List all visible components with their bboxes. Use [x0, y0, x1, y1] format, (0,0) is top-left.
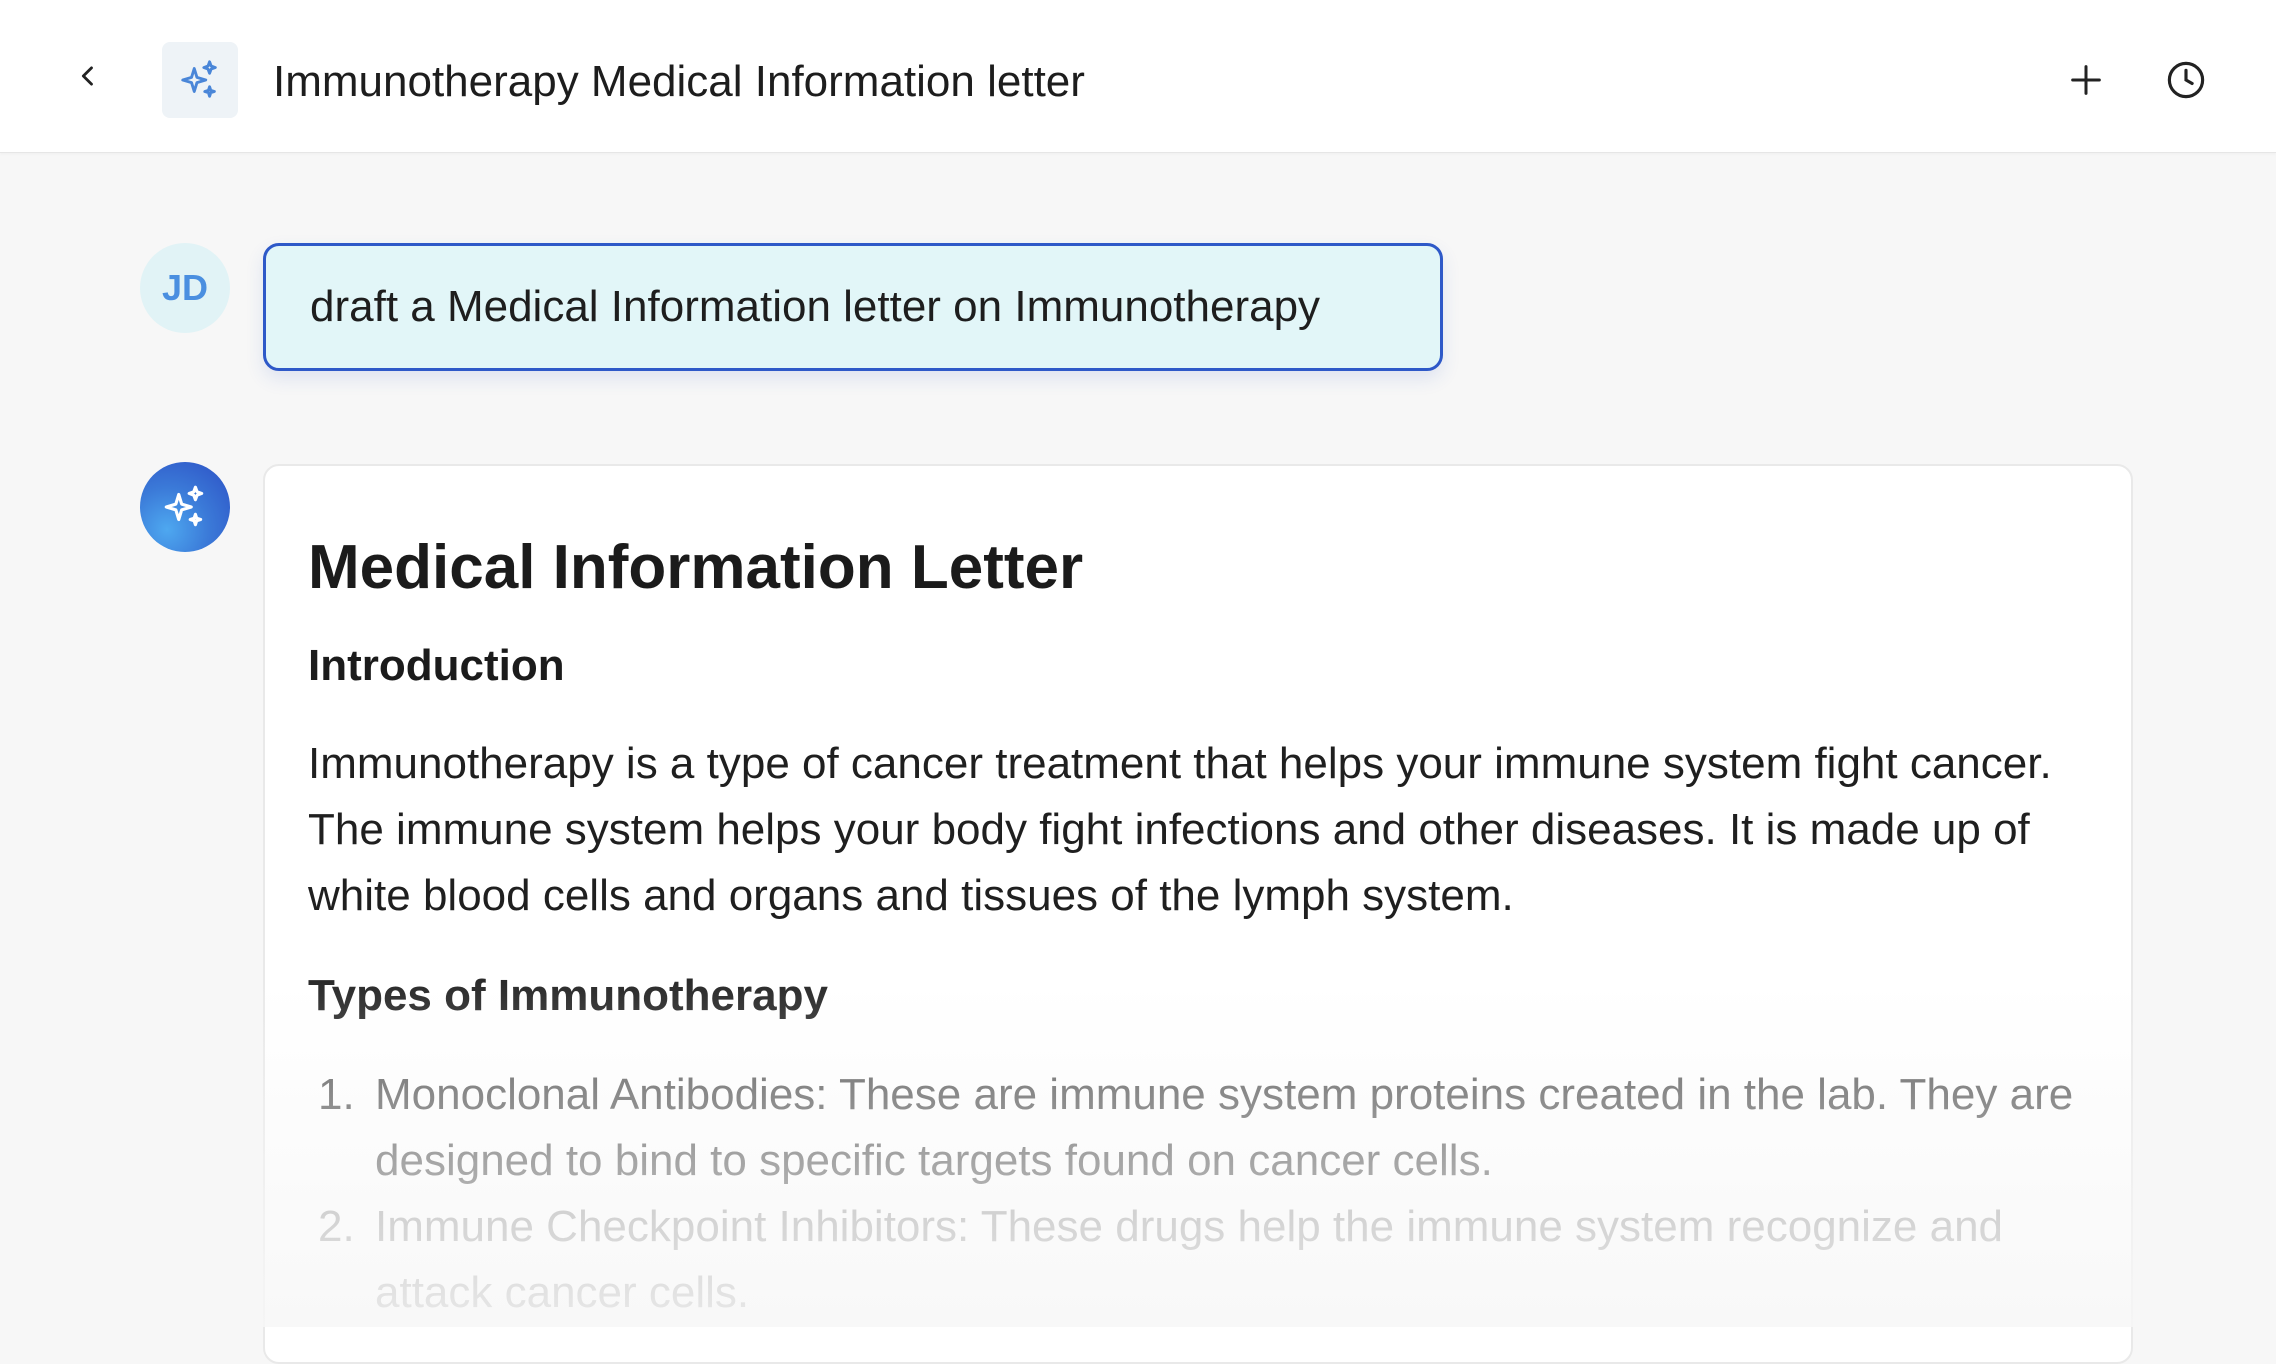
chevron-left-icon: [81, 66, 93, 86]
back-button[interactable]: [64, 52, 112, 100]
list-item-number: 1.: [318, 1070, 355, 1119]
app-badge: [162, 42, 238, 118]
introduction-paragraph: Immunotherapy is a type of cancer treatm…: [308, 739, 2052, 920]
types-list: 1. Monoclonal Antibodies: These are immu…: [308, 1062, 2098, 1326]
types-heading: Types of Immunotherapy: [308, 971, 828, 1020]
sparkles-icon: [164, 485, 204, 527]
letter-title: Medical Information Letter: [308, 533, 1084, 602]
user-avatar: JD: [140, 243, 230, 333]
history-button[interactable]: [2162, 56, 2210, 104]
assistant-response-card: Medical Information Letter Introduction …: [263, 464, 2133, 1364]
assistant-avatar: [140, 462, 230, 552]
list-item-text: Monoclonal Antibodies: These are immune …: [375, 1070, 2074, 1185]
list-item: 2. Immune Checkpoint Inhibitors: These d…: [308, 1194, 2098, 1326]
list-item-number: 2.: [318, 1202, 355, 1251]
clock-icon: [2167, 61, 2205, 99]
top-bar: Immunotherapy Medical Information letter: [0, 0, 2276, 153]
introduction-heading: Introduction: [308, 641, 565, 690]
plus-icon: [2071, 65, 2101, 95]
list-item-text: Immune Checkpoint Inhibitors: These drug…: [375, 1202, 2004, 1317]
user-prompt-message: draft a Medical Information letter on Im…: [263, 243, 1443, 371]
list-item: 1. Monoclonal Antibodies: These are immu…: [308, 1062, 2098, 1194]
new-chat-button[interactable]: [2062, 56, 2110, 104]
sparkles-icon: [181, 60, 217, 98]
page-title: Immunotherapy Medical Information letter: [273, 57, 1085, 106]
